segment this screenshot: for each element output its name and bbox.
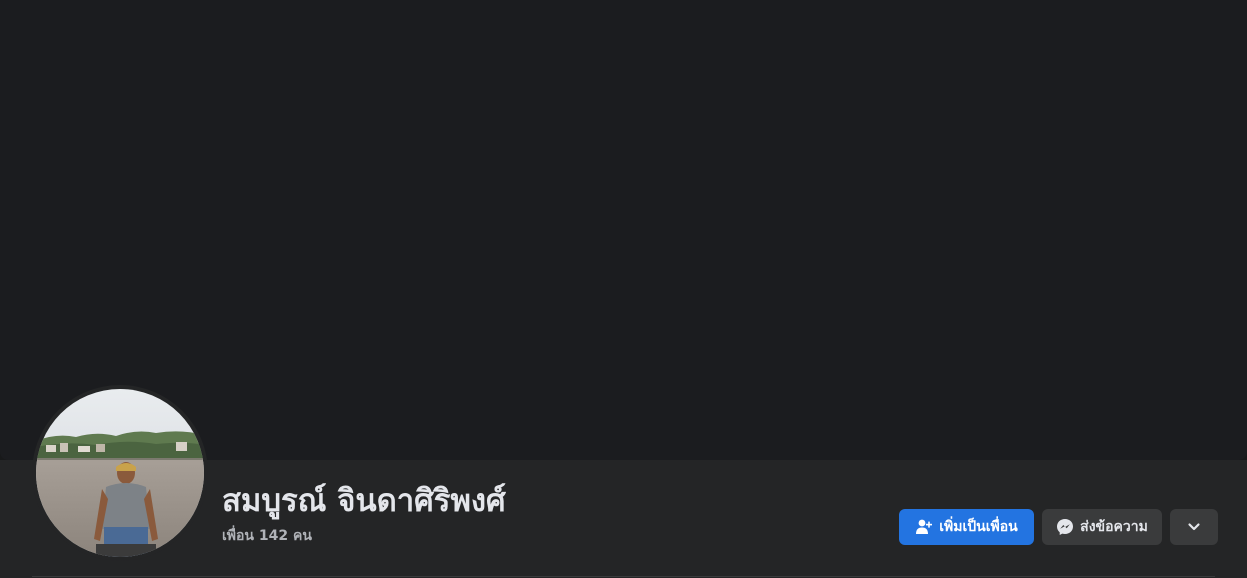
add-friend-label: เพิ่มเป็นเพื่อน xyxy=(939,519,1018,535)
send-message-button[interactable]: ส่งข้อความ xyxy=(1042,509,1162,545)
cover-photo[interactable] xyxy=(0,0,1247,460)
chevron-down-icon xyxy=(1185,518,1203,536)
more-options-button[interactable] xyxy=(1170,509,1218,545)
send-message-label: ส่งข้อความ xyxy=(1080,519,1148,535)
add-friend-button[interactable]: เพิ่มเป็นเพื่อน xyxy=(899,509,1034,545)
divider xyxy=(32,576,1215,577)
profile-picture[interactable] xyxy=(32,385,208,561)
friends-count[interactable]: เพื่อน 142 คน xyxy=(222,525,312,547)
avatar-photo xyxy=(36,389,204,557)
add-friend-icon xyxy=(915,518,933,536)
messenger-icon xyxy=(1056,518,1074,536)
profile-page: สมบูรณ์ จินดาศิริพงศ์ เพื่อน 142 คน เพิ่… xyxy=(0,0,1247,578)
avatar xyxy=(36,389,204,557)
profile-name: สมบูรณ์ จินดาศิริพงศ์ xyxy=(222,483,506,519)
